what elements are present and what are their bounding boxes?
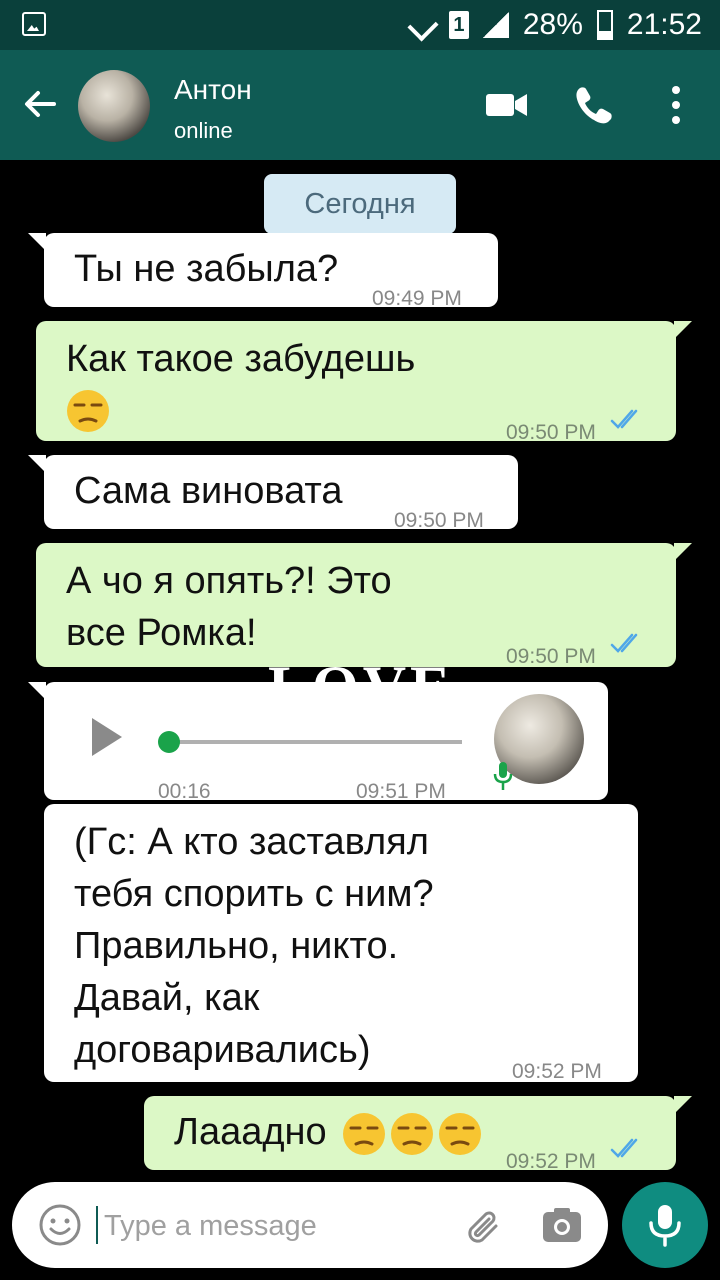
attach-icon[interactable]: [462, 1204, 506, 1248]
contact-name[interactable]: Антон: [174, 74, 252, 106]
bubble-tail: [28, 682, 46, 700]
battery-icon: [596, 10, 613, 40]
message-text-line: (Гс: А кто заставлял: [74, 821, 429, 863]
back-arrow-icon[interactable]: [22, 86, 58, 122]
bubble-tail: [674, 1096, 692, 1114]
status-bar: 1 28% 21:52: [0, 0, 720, 50]
play-button[interactable]: [92, 718, 122, 756]
clock: 21:52: [626, 8, 702, 41]
chat-area[interactable]: LOVE Сегодня Ты не забыла? 09:49 PM Как …: [0, 160, 720, 1180]
emoji-icon[interactable]: [38, 1203, 82, 1247]
double-check-icon: [610, 409, 638, 429]
unamused-emoji-icon: [391, 1113, 433, 1155]
message-time: 09:50 PM: [506, 645, 596, 668]
message-text-line: тебя спорить с ним?: [74, 873, 434, 915]
message-input[interactable]: [102, 1200, 446, 1252]
more-options-icon[interactable]: [656, 82, 696, 128]
mic-icon: [649, 1205, 681, 1247]
message-time: 09:50 PM: [506, 421, 596, 444]
message-text: Лааадно: [174, 1111, 327, 1153]
bubble-tail: [28, 455, 46, 473]
date-chip: Сегодня: [264, 174, 456, 234]
bubble-tail: [674, 543, 692, 561]
contact-status: online: [174, 118, 233, 143]
double-check-icon: [610, 1138, 638, 1158]
mic-icon: [493, 762, 513, 790]
message-text: Ты не забыла?: [74, 248, 339, 290]
message-time: 09:49 PM: [372, 287, 462, 310]
message-text: Как такое забудешь: [66, 338, 416, 380]
bubble-tail: [674, 321, 692, 339]
voice-progress-track[interactable]: [170, 740, 462, 744]
message-text-line: договаривались): [74, 1029, 371, 1071]
voice-record-button[interactable]: [622, 1182, 708, 1268]
message-time: 09:52 PM: [512, 1060, 602, 1083]
message-incoming[interactable]: Ты не забыла? 09:49 PM: [28, 233, 498, 310]
message-incoming[interactable]: Сама виновата 09:50 PM: [28, 455, 518, 532]
message-outgoing[interactable]: А чо я опять?! Это все Ромка! 09:50 PM: [36, 543, 692, 668]
unamused-emoji-icon: [67, 390, 109, 432]
chat-header: Антон online: [0, 50, 720, 160]
text-cursor: [96, 1206, 98, 1244]
gallery-notification-icon: [22, 12, 46, 36]
message-time: 09:52 PM: [506, 1150, 596, 1173]
sim-icon: 1: [448, 11, 469, 39]
video-call-icon[interactable]: [484, 82, 530, 128]
contact-avatar[interactable]: [78, 70, 150, 142]
camera-icon[interactable]: [542, 1206, 582, 1244]
message-outgoing[interactable]: Как такое забудешь 09:50 PM: [36, 321, 692, 444]
double-check-icon: [610, 633, 638, 653]
message-text-line: Давай, как: [74, 977, 260, 1019]
voice-progress-handle[interactable]: [158, 731, 180, 753]
unamused-emoji-icon: [439, 1113, 481, 1155]
battery-percent: 28%: [522, 8, 583, 41]
message-incoming[interactable]: (Гс: А кто заставлял тебя спорить с ним?…: [44, 804, 638, 1083]
message-text-line: Правильно, никто.: [74, 925, 399, 967]
message-text-line: все Ромка!: [66, 612, 257, 654]
voice-message[interactable]: 00:16 09:51 PM: [28, 682, 608, 803]
mute-icon: [409, 12, 435, 38]
message-time: 09:50 PM: [394, 509, 484, 532]
voice-call-icon[interactable]: [570, 82, 616, 128]
message-text: Сама виновата: [74, 470, 343, 512]
message-outgoing[interactable]: Лааадно 09:52 PM: [144, 1096, 692, 1173]
status-right: 1 28% 21:52: [409, 6, 702, 44]
message-composer: [12, 1182, 608, 1268]
bubble-tail: [28, 233, 46, 251]
unamused-emoji-icon: [343, 1113, 385, 1155]
message-text-line: А чо я опять?! Это: [66, 560, 392, 602]
signal-icon: [482, 12, 509, 38]
